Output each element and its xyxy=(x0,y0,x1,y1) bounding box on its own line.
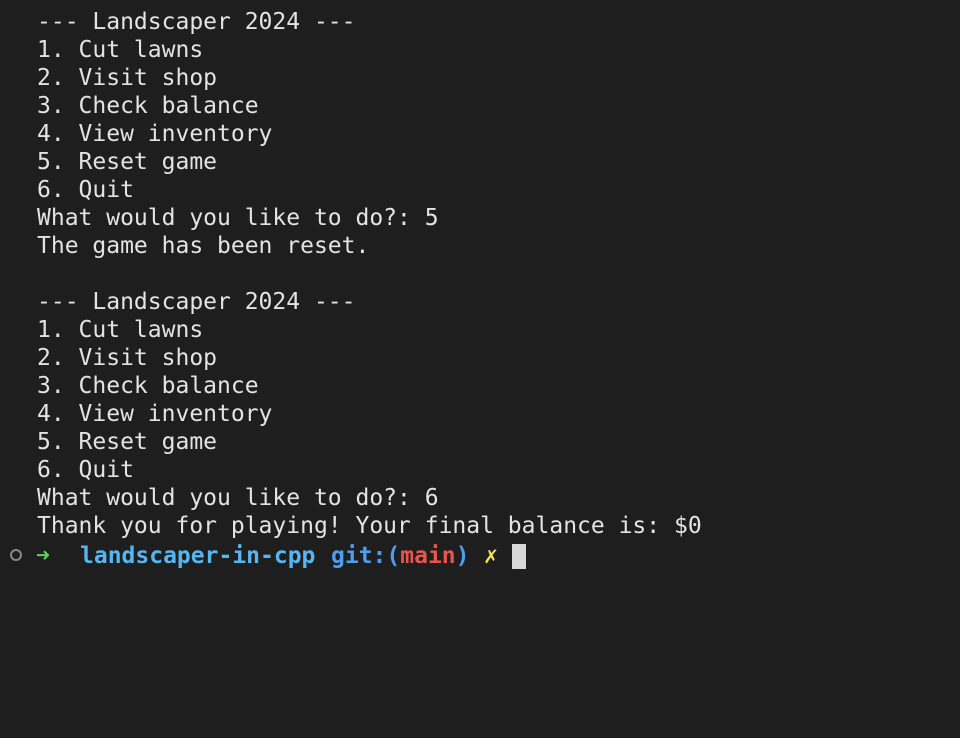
status-circle-icon xyxy=(10,549,22,561)
output-line: --- Landscaper 2024 --- xyxy=(37,289,356,315)
terminal-window[interactable]: --- Landscaper 2024 --- 1. Cut lawns 2. … xyxy=(0,0,960,571)
output-line: 4. View inventory xyxy=(37,121,273,147)
git-label: git: xyxy=(331,543,387,569)
text-cursor[interactable] xyxy=(512,544,526,569)
output-line: What would you like to do?: 5 xyxy=(37,205,439,231)
output-line: 2. Visit shop xyxy=(37,345,218,371)
output-line: 6. Quit xyxy=(37,177,134,203)
output-line: The game has been reset. xyxy=(37,233,370,259)
output-line: 5. Reset game xyxy=(37,429,218,455)
output-line: 1. Cut lawns xyxy=(37,317,204,343)
output-line: 3. Check balance xyxy=(37,373,259,399)
close-paren: ) xyxy=(455,543,470,569)
current-directory: landscaper-in-cpp xyxy=(80,543,316,569)
output-line: --- Landscaper 2024 --- xyxy=(37,9,356,35)
output-line: 3. Check balance xyxy=(37,93,259,119)
output-line: What would you like to do?: 6 xyxy=(37,485,439,511)
output-line: 6. Quit xyxy=(37,457,134,483)
output-line: 5. Reset game xyxy=(37,149,218,175)
git-status: git:(main) xyxy=(331,542,470,570)
output-line: 1. Cut lawns xyxy=(37,37,204,63)
prompt-arrow-icon: ➜ xyxy=(36,543,50,569)
output-line: 2. Visit shop xyxy=(37,65,218,91)
output-line: 4. View inventory xyxy=(37,401,273,427)
output-line: Thank you for playing! Your final balanc… xyxy=(37,513,702,539)
shell-prompt: ➜ landscaper-in-cpp git:(main) ✗ xyxy=(0,542,960,570)
open-paren: ( xyxy=(386,543,401,569)
git-branch: main xyxy=(400,543,456,569)
dirty-marker-icon: ✗ xyxy=(484,543,498,569)
